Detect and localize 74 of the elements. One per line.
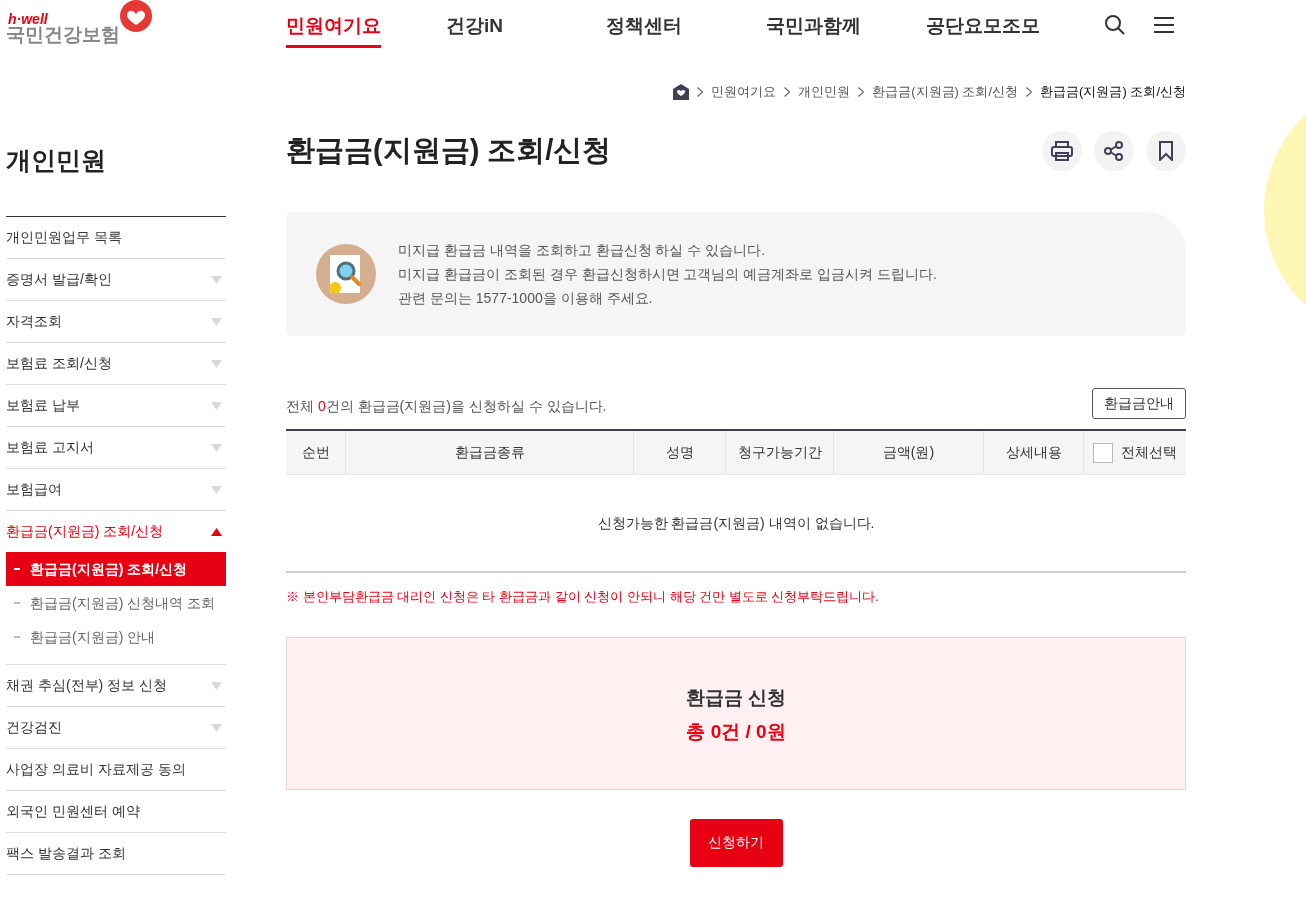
sidebar-subitem[interactable]: 환급금(지원금) 신청내역 조회 <box>6 586 226 620</box>
chevron-right-icon <box>1026 87 1033 97</box>
column-header: 청구가능기간 <box>726 431 834 474</box>
breadcrumb-link[interactable]: 민원여기요 <box>711 82 777 102</box>
dash-icon <box>14 636 20 638</box>
logo-name: 국민건강보험 <box>6 25 120 44</box>
guide-button[interactable]: 환급금안내 <box>1092 388 1186 419</box>
caret-down-icon <box>211 485 222 494</box>
notice-text: ※ 본인부담환급금 대리인 신청은 타 환급금과 같이 신청이 안되니 해당 건만 별도로 신청부탁드립니다. <box>286 588 880 606</box>
column-header: 환급금종류 <box>346 431 634 474</box>
logo-tagline: h·well <box>8 12 48 26</box>
share-button[interactable] <box>1094 131 1134 171</box>
bookmark-button[interactable] <box>1146 131 1186 171</box>
sidebar-item[interactable]: 팩스 발송결과 조회 <box>6 833 226 874</box>
dash-icon <box>14 602 20 604</box>
chevron-right-icon <box>858 87 865 97</box>
info-text: 관련 문의는 1577-1000을 이용해 주세요. <box>398 288 654 308</box>
nav-tab[interactable]: 공단요모조모 <box>926 12 1040 48</box>
sidebar-subitem[interactable]: 환급금(지원금) 안내 <box>6 620 226 654</box>
info-text: 미지급 환급금 내역을 조회하고 환급신청 하실 수 있습니다. <box>398 240 767 260</box>
sidebar-item[interactable]: 외국인 민원센터 예약 <box>6 791 226 832</box>
caret-up-icon <box>211 527 222 536</box>
page-title: 환급금(지원금) 조회/신청 <box>286 133 612 169</box>
sidebar-item[interactable]: 자격조회 <box>6 301 226 342</box>
logo[interactable]: h·well 국민건강보험 <box>6 0 156 50</box>
menu-icon[interactable] <box>1154 16 1174 34</box>
sidebar-item[interactable]: 사업장 의료비 자료제공 동의 <box>6 749 226 790</box>
breadcrumb-link[interactable]: 환급금(지원금) 조회/신청 <box>872 82 1019 102</box>
nav-tab[interactable]: 정책센터 <box>606 12 682 48</box>
sidebar-item[interactable]: 보험급여 <box>6 469 226 510</box>
sidebar-subitem[interactable]: 환급금(지원금) 조회/신청 <box>6 552 226 586</box>
sidebar-item[interactable]: 증명서 발급/확인 <box>6 259 226 300</box>
select-all-checkbox[interactable] <box>1093 442 1113 463</box>
nav-tab[interactable]: 건강iN <box>446 12 503 48</box>
caret-down-icon <box>211 317 222 326</box>
share-icon <box>1104 141 1124 161</box>
empty-message: 신청가능한 환급금(지원금) 내역이 없습니다. <box>286 475 1186 573</box>
caret-down-icon <box>211 723 222 732</box>
search-icon[interactable] <box>1104 14 1126 36</box>
breadcrumb-link[interactable]: 환급금(지원금) 조회/신청 <box>1040 82 1186 102</box>
column-header: 전체선택 <box>1084 431 1186 474</box>
print-button[interactable] <box>1042 131 1082 171</box>
chevron-right-icon <box>697 87 704 97</box>
dash-icon <box>14 568 20 570</box>
column-header: 성명 <box>634 431 726 474</box>
home-icon[interactable] <box>673 84 690 100</box>
breadcrumb-link[interactable]: 개인민원 <box>798 82 851 102</box>
print-icon <box>1051 141 1073 161</box>
request-total: 총 0건 / 0원 <box>686 720 786 744</box>
sidebar-item[interactable]: 보험료 고지서 <box>6 427 226 468</box>
caret-down-icon <box>211 275 222 284</box>
column-header: 상세내용 <box>984 431 1084 474</box>
caret-down-icon <box>211 359 222 368</box>
nav-tab[interactable]: 민원여기요 <box>286 12 381 48</box>
submit-button[interactable]: 신청하기 <box>689 818 783 867</box>
bookmark-icon <box>1158 141 1174 161</box>
sidebar-item[interactable]: 보험료 납부 <box>6 385 226 426</box>
request-title: 환급금 신청 <box>685 685 787 710</box>
sidebar-item[interactable]: 환급금(지원금) 조회/신청 <box>6 511 226 552</box>
sidebar-title: 개인민원 <box>6 145 107 176</box>
sidebar-item[interactable]: 건강검진 <box>6 707 226 748</box>
info-text: 미지급 환급금이 조회된 경우 환급신청하시면 고객님의 예금계좌로 입금시켜 드립니다. <box>398 264 937 284</box>
sidebar-item[interactable]: 보험료 조회/신청 <box>6 343 226 384</box>
column-header: 금액(원) <box>834 431 984 474</box>
document-search-icon <box>316 244 376 304</box>
sidebar-item[interactable]: 채권 추심(전부) 정보 신청 <box>6 665 226 706</box>
column-header: 순번 <box>286 431 346 474</box>
caret-down-icon <box>211 443 222 452</box>
caret-down-icon <box>211 681 222 690</box>
caret-down-icon <box>211 401 222 410</box>
summary-text: 전체 0건의 환급금(지원금)을 신청하실 수 있습니다. <box>286 397 607 416</box>
chevron-right-icon <box>784 87 791 97</box>
nav-tab[interactable]: 국민과함께 <box>766 12 861 48</box>
sidebar-item[interactable]: 개인민원업무 목록 <box>6 217 226 258</box>
